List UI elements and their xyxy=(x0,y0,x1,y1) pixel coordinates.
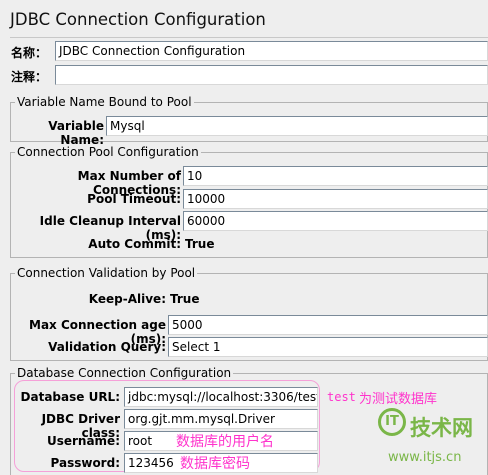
database-url-label: Database URL: xyxy=(20,390,120,404)
url-note-prefix: test xyxy=(327,390,356,404)
password-note: 数据库密码 xyxy=(180,456,250,472)
max-connection-age-input[interactable]: 5000 xyxy=(168,315,488,335)
title-divider xyxy=(10,37,488,38)
pool-timeout-input[interactable]: 10000 xyxy=(183,189,488,209)
password-label: Password: xyxy=(50,456,121,470)
watermark-url: www.itjs.cn xyxy=(388,450,462,465)
idle-cleanup-input[interactable]: 60000 xyxy=(183,211,488,231)
variable-name-input[interactable]: Mysql xyxy=(106,116,488,136)
max-connections-input[interactable]: 10 xyxy=(183,166,488,186)
database-url-input[interactable]: jdbc:mysql://localhost:3306/test xyxy=(124,387,318,407)
pool-config-group-title: Connection Pool Configuration xyxy=(15,145,201,159)
username-label: Username: xyxy=(46,434,120,448)
variable-name-label: Variable Name: xyxy=(48,119,104,147)
auto-commit-value[interactable]: True xyxy=(185,237,214,251)
driver-class-input[interactable]: org.gjt.mm.mysql.Driver xyxy=(124,409,318,429)
url-note-suffix: 为测试数据库 xyxy=(359,392,438,407)
db-config-group-title: Database Connection Configuration xyxy=(15,366,234,380)
validation-query-input[interactable]: Select 1 xyxy=(168,337,488,357)
page-title: JDBC Connection Configuration xyxy=(10,10,266,29)
name-input[interactable]: JDBC Connection Configuration xyxy=(55,41,488,61)
keep-alive-label: Keep-Alive: xyxy=(88,292,166,306)
watermark-text: 技术网 xyxy=(410,416,473,440)
validation-query-label: Validation Query: xyxy=(48,340,166,354)
validation-group-title: Connection Validation by Pool xyxy=(15,266,198,280)
comment-input[interactable] xyxy=(55,65,488,85)
auto-commit-label: Auto Commit: xyxy=(88,237,181,251)
username-note: 数据库的用户名 xyxy=(176,434,274,450)
comment-label: 注释： xyxy=(11,70,48,84)
name-label: 名称： xyxy=(11,46,48,60)
pool-timeout-label: Pool Timeout: xyxy=(87,192,181,206)
keep-alive-value[interactable]: True xyxy=(170,292,199,306)
variable-name-group-title: Variable Name Bound to Pool xyxy=(15,95,194,109)
watermark-logo-icon: IT xyxy=(378,408,406,436)
